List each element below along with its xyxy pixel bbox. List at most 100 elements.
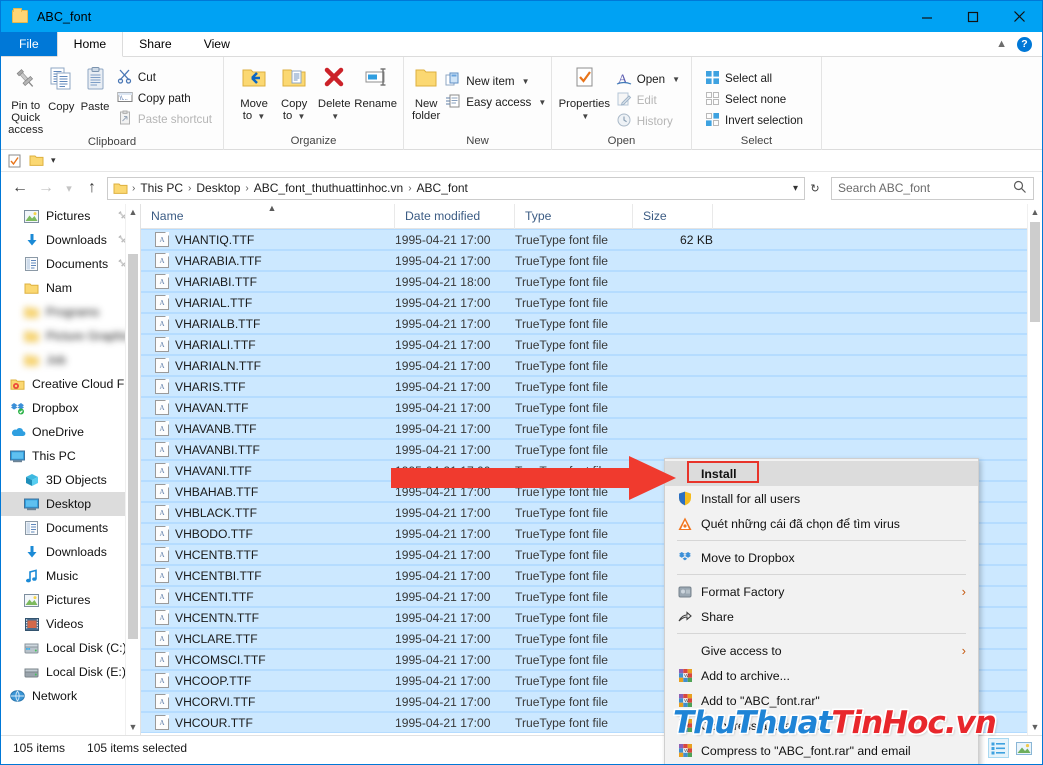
properties-button[interactable]: Properties ▼ bbox=[558, 62, 611, 123]
context-menu-item-add-to-archive[interactable]: W Add to archive... bbox=[665, 663, 978, 688]
sidebar-item-pictures[interactable]: Pictures bbox=[1, 204, 140, 228]
help-icon[interactable]: ? bbox=[1017, 36, 1032, 52]
select-none-button[interactable]: Select none bbox=[700, 89, 808, 110]
address-bar[interactable]: › This PC › Desktop › ABC_font_thuthuatt… bbox=[107, 176, 805, 200]
sidebar-item-downloads[interactable]: Downloads bbox=[1, 540, 140, 564]
delete-button[interactable]: Delete ▼ bbox=[314, 62, 354, 123]
sidebar-item-dropbox[interactable]: Dropbox bbox=[1, 396, 140, 420]
search-input[interactable]: Search ABC_font bbox=[838, 181, 930, 195]
tab-share[interactable]: Share bbox=[123, 32, 188, 56]
sidebar-item-pictures[interactable]: Pictures bbox=[1, 588, 140, 612]
search-box[interactable]: Search ABC_font bbox=[831, 176, 1034, 200]
collapse-ribbon-icon[interactable]: ▲ bbox=[996, 38, 1007, 50]
large-icons-view-button[interactable] bbox=[1013, 738, 1034, 758]
sidebar-item-3d-objects[interactable]: 3D Objects bbox=[1, 468, 140, 492]
pin-to-quick-access-button[interactable]: Pin to Quick access bbox=[7, 62, 44, 136]
open-button[interactable]: A Open ▼ bbox=[611, 69, 685, 90]
minimize-button[interactable] bbox=[904, 1, 950, 32]
tab-file[interactable]: File bbox=[1, 32, 57, 56]
breadcrumb-desktop[interactable]: Desktop bbox=[192, 179, 244, 198]
cut-button[interactable]: Cut bbox=[112, 67, 217, 88]
close-button[interactable] bbox=[996, 1, 1042, 32]
copy-to-button[interactable]: Copy to ▼ bbox=[274, 62, 314, 123]
table-row[interactable]: A VHAVANB.TTF 1995-04-21 17:00 TrueType fon… bbox=[141, 418, 1042, 439]
navpane-scroll-down-icon[interactable]: ▼ bbox=[126, 719, 140, 735]
context-menu-item-format-factory[interactable]: Format Factory › bbox=[665, 579, 978, 604]
sidebar-item-desktop[interactable]: Desktop bbox=[1, 492, 140, 516]
filelist-scroll-up-icon[interactable]: ▲ bbox=[1028, 204, 1042, 220]
table-row[interactable]: A VHARIALB.TTF 1995-04-21 17:00 TrueType fo… bbox=[141, 313, 1042, 334]
up-button[interactable]: ↑ bbox=[79, 176, 105, 200]
table-row[interactable]: A VHAVAN.TTF 1995-04-21 17:00 TrueType font… bbox=[141, 397, 1042, 418]
history-button[interactable]: History bbox=[611, 111, 685, 132]
new-folder-quick-icon[interactable] bbox=[29, 153, 44, 168]
recent-locations-button[interactable]: ▾ bbox=[59, 176, 79, 200]
sidebar-item-picture-graphics[interactable]: Picture Graphics bbox=[1, 324, 140, 348]
select-all-button[interactable]: Select all bbox=[700, 68, 808, 89]
edit-button[interactable]: Edit bbox=[611, 90, 685, 111]
sidebar-item-music[interactable]: Music bbox=[1, 564, 140, 588]
new-item-button[interactable]: New item ▼ bbox=[440, 71, 551, 92]
table-row[interactable]: A VHARIABI.TTF 1995-04-21 18:00 TrueType fo… bbox=[141, 271, 1042, 292]
sidebar-item-creative-cloud-fil[interactable]: Creative Cloud Fil bbox=[1, 372, 140, 396]
sidebar-item-documents[interactable]: Documents bbox=[1, 516, 140, 540]
maximize-button[interactable] bbox=[950, 1, 996, 32]
paste-button[interactable]: Paste bbox=[78, 62, 112, 113]
column-header-type[interactable]: Type bbox=[515, 204, 633, 229]
paste-shortcut-button[interactable]: Paste shortcut bbox=[112, 109, 217, 130]
breadcrumb-this-pc[interactable]: This PC bbox=[136, 179, 187, 198]
navpane-scroll-thumb[interactable] bbox=[128, 254, 138, 639]
table-row[interactable]: A VHARIS.TTF 1995-04-21 17:00 TrueType font… bbox=[141, 376, 1042, 397]
breadcrumb-abc-font-thuthuattinhoc[interactable]: ABC_font_thuthuattinhoc.vn bbox=[250, 179, 407, 198]
forward-button[interactable]: → bbox=[33, 176, 59, 200]
table-row[interactable]: A VHARIALN.TTF 1995-04-21 17:00 TrueType fo… bbox=[141, 355, 1042, 376]
sidebar-item-downloads[interactable]: Downloads bbox=[1, 228, 140, 252]
back-button[interactable]: ← bbox=[7, 176, 33, 200]
filelist-scroll-down-icon[interactable]: ▼ bbox=[1028, 719, 1042, 735]
context-menu-item-install[interactable]: Install bbox=[665, 461, 978, 486]
address-dropdown-icon[interactable]: ▾ bbox=[793, 183, 798, 194]
sidebar-item-local-disk-c[interactable]: Local Disk (C:) bbox=[1, 636, 140, 660]
file-name-cell: A VHARIABI.TTF bbox=[141, 274, 395, 289]
context-menu-item-install-for-all-users[interactable]: Install for all users bbox=[665, 486, 978, 511]
sidebar-item-job[interactable]: Job bbox=[1, 348, 140, 372]
sidebar-item-programs[interactable]: Programs bbox=[1, 300, 140, 324]
filelist-scrollbar[interactable]: ▲ ▼ bbox=[1027, 204, 1042, 735]
table-row[interactable]: A VHANTIQ.TTF 1995-04-21 17:00 TrueType fon… bbox=[141, 229, 1042, 250]
context-menu-item-move-to-dropbox[interactable]: Move to Dropbox bbox=[665, 545, 978, 570]
table-row[interactable]: A VHARIALI.TTF 1995-04-21 17:00 TrueType fo… bbox=[141, 334, 1042, 355]
sidebar-item-this-pc[interactable]: This PC bbox=[1, 444, 140, 468]
new-folder-button[interactable]: New folder bbox=[412, 62, 440, 122]
sidebar-item-onedrive[interactable]: OneDrive bbox=[1, 420, 140, 444]
copy-path-button[interactable]: \\... Copy path bbox=[112, 88, 217, 109]
customize-quick-access-icon[interactable]: ▾ bbox=[51, 155, 56, 166]
context-menu-item-give-access-to[interactable]: Give access to › bbox=[665, 638, 978, 663]
rename-button[interactable]: Rename bbox=[354, 62, 397, 110]
context-menu-item-compress-to-abc-font-rar-and-email[interactable]: W Compress to "ABC_font.rar" and email bbox=[665, 738, 978, 763]
refresh-button[interactable]: ↻ bbox=[805, 176, 825, 200]
table-row[interactable]: A VHARABIA.TTF 1995-04-21 17:00 TrueType fo… bbox=[141, 250, 1042, 271]
move-to-button[interactable]: Move to ▼ bbox=[234, 62, 274, 123]
tab-view[interactable]: View bbox=[188, 32, 246, 56]
details-view-button[interactable] bbox=[988, 738, 1009, 758]
invert-selection-button[interactable]: Invert selection bbox=[700, 110, 808, 131]
copy-button[interactable]: Copy bbox=[44, 62, 78, 113]
sidebar-item-local-disk-e[interactable]: Local Disk (E:) bbox=[1, 660, 140, 684]
navpane-scroll-up-icon[interactable]: ▲ bbox=[126, 204, 140, 220]
context-menu-item-qu-t-nh-ng-c-i-ch-n-t-m-virus[interactable]: Quét những cái đã chọn để tìm virus bbox=[665, 511, 978, 536]
column-header-name[interactable]: Name ▲ bbox=[141, 204, 395, 229]
column-header-size[interactable]: Size bbox=[633, 204, 713, 229]
easy-access-button[interactable]: Easy access ▼ bbox=[440, 92, 551, 113]
context-menu-item-share[interactable]: Share bbox=[665, 604, 978, 629]
tab-home[interactable]: Home bbox=[56, 32, 124, 57]
sidebar-item-videos[interactable]: Videos bbox=[1, 612, 140, 636]
filelist-scroll-thumb[interactable] bbox=[1030, 222, 1040, 322]
sidebar-item-nam[interactable]: Nam bbox=[1, 276, 140, 300]
column-header-date-modified[interactable]: Date modified bbox=[395, 204, 515, 229]
table-row[interactable]: A VHARIAL.TTF 1995-04-21 17:00 TrueType fon… bbox=[141, 292, 1042, 313]
sidebar-item-network[interactable]: Network bbox=[1, 684, 140, 708]
breadcrumb-abc-font[interactable]: ABC_font bbox=[413, 179, 472, 198]
properties-quick-icon[interactable] bbox=[7, 153, 22, 168]
navpane-scrollbar[interactable]: ▲ ▼ bbox=[125, 204, 140, 735]
sidebar-item-documents[interactable]: Documents bbox=[1, 252, 140, 276]
